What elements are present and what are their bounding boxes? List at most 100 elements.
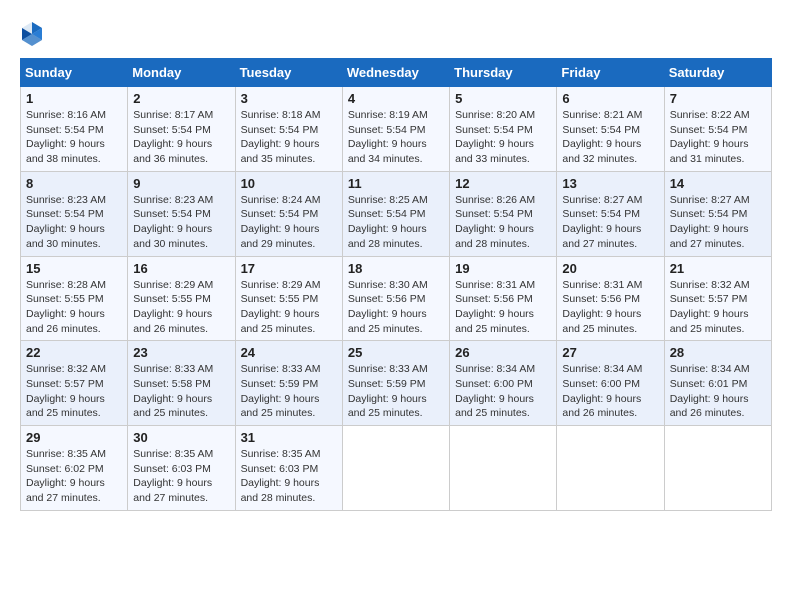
calendar-header-friday: Friday [557, 59, 664, 87]
day-number: 2 [133, 91, 229, 106]
calendar-cell: 19 Sunrise: 8:31 AMSunset: 5:56 PMDaylig… [450, 256, 557, 341]
calendar-cell: 18 Sunrise: 8:30 AMSunset: 5:56 PMDaylig… [342, 256, 449, 341]
calendar-week-3: 15 Sunrise: 8:28 AMSunset: 5:55 PMDaylig… [21, 256, 772, 341]
calendar-cell [450, 426, 557, 511]
day-number: 10 [241, 176, 337, 191]
calendar-cell: 26 Sunrise: 8:34 AMSunset: 6:00 PMDaylig… [450, 341, 557, 426]
day-info: Sunrise: 8:23 AMSunset: 5:54 PMDaylight:… [26, 193, 122, 252]
calendar-cell: 28 Sunrise: 8:34 AMSunset: 6:01 PMDaylig… [664, 341, 771, 426]
day-number: 11 [348, 176, 444, 191]
day-info: Sunrise: 8:31 AMSunset: 5:56 PMDaylight:… [455, 278, 551, 337]
day-info: Sunrise: 8:24 AMSunset: 5:54 PMDaylight:… [241, 193, 337, 252]
calendar-cell: 6 Sunrise: 8:21 AMSunset: 5:54 PMDayligh… [557, 87, 664, 172]
calendar-cell: 31 Sunrise: 8:35 AMSunset: 6:03 PMDaylig… [235, 426, 342, 511]
day-number: 5 [455, 91, 551, 106]
day-number: 9 [133, 176, 229, 191]
calendar-cell: 10 Sunrise: 8:24 AMSunset: 5:54 PMDaylig… [235, 171, 342, 256]
day-info: Sunrise: 8:28 AMSunset: 5:55 PMDaylight:… [26, 278, 122, 337]
calendar-cell: 20 Sunrise: 8:31 AMSunset: 5:56 PMDaylig… [557, 256, 664, 341]
day-info: Sunrise: 8:20 AMSunset: 5:54 PMDaylight:… [455, 108, 551, 167]
calendar-cell: 22 Sunrise: 8:32 AMSunset: 5:57 PMDaylig… [21, 341, 128, 426]
calendar-table: SundayMondayTuesdayWednesdayThursdayFrid… [20, 58, 772, 511]
day-info: Sunrise: 8:35 AMSunset: 6:02 PMDaylight:… [26, 447, 122, 506]
calendar-cell: 15 Sunrise: 8:28 AMSunset: 5:55 PMDaylig… [21, 256, 128, 341]
day-number: 26 [455, 345, 551, 360]
calendar-cell: 4 Sunrise: 8:19 AMSunset: 5:54 PMDayligh… [342, 87, 449, 172]
day-number: 20 [562, 261, 658, 276]
calendar-cell: 16 Sunrise: 8:29 AMSunset: 5:55 PMDaylig… [128, 256, 235, 341]
day-info: Sunrise: 8:35 AMSunset: 6:03 PMDaylight:… [133, 447, 229, 506]
day-info: Sunrise: 8:33 AMSunset: 5:59 PMDaylight:… [348, 362, 444, 421]
day-number: 31 [241, 430, 337, 445]
day-number: 22 [26, 345, 122, 360]
day-number: 30 [133, 430, 229, 445]
day-number: 19 [455, 261, 551, 276]
calendar-cell: 17 Sunrise: 8:29 AMSunset: 5:55 PMDaylig… [235, 256, 342, 341]
day-number: 27 [562, 345, 658, 360]
day-info: Sunrise: 8:27 AMSunset: 5:54 PMDaylight:… [670, 193, 766, 252]
calendar-header-saturday: Saturday [664, 59, 771, 87]
day-number: 24 [241, 345, 337, 360]
calendar-header-sunday: Sunday [21, 59, 128, 87]
day-info: Sunrise: 8:32 AMSunset: 5:57 PMDaylight:… [26, 362, 122, 421]
day-number: 7 [670, 91, 766, 106]
calendar-cell: 5 Sunrise: 8:20 AMSunset: 5:54 PMDayligh… [450, 87, 557, 172]
day-info: Sunrise: 8:29 AMSunset: 5:55 PMDaylight:… [133, 278, 229, 337]
calendar-cell: 11 Sunrise: 8:25 AMSunset: 5:54 PMDaylig… [342, 171, 449, 256]
calendar-cell: 2 Sunrise: 8:17 AMSunset: 5:54 PMDayligh… [128, 87, 235, 172]
calendar-cell: 9 Sunrise: 8:23 AMSunset: 5:54 PMDayligh… [128, 171, 235, 256]
calendar-cell: 24 Sunrise: 8:33 AMSunset: 5:59 PMDaylig… [235, 341, 342, 426]
calendar-cell: 14 Sunrise: 8:27 AMSunset: 5:54 PMDaylig… [664, 171, 771, 256]
calendar-header-monday: Monday [128, 59, 235, 87]
day-number: 8 [26, 176, 122, 191]
day-number: 28 [670, 345, 766, 360]
calendar-cell: 13 Sunrise: 8:27 AMSunset: 5:54 PMDaylig… [557, 171, 664, 256]
calendar-header-thursday: Thursday [450, 59, 557, 87]
day-number: 15 [26, 261, 122, 276]
calendar-cell: 21 Sunrise: 8:32 AMSunset: 5:57 PMDaylig… [664, 256, 771, 341]
calendar-cell: 25 Sunrise: 8:33 AMSunset: 5:59 PMDaylig… [342, 341, 449, 426]
day-number: 29 [26, 430, 122, 445]
calendar-cell: 23 Sunrise: 8:33 AMSunset: 5:58 PMDaylig… [128, 341, 235, 426]
day-info: Sunrise: 8:35 AMSunset: 6:03 PMDaylight:… [241, 447, 337, 506]
day-number: 3 [241, 91, 337, 106]
day-info: Sunrise: 8:34 AMSunset: 6:00 PMDaylight:… [455, 362, 551, 421]
calendar-header-wednesday: Wednesday [342, 59, 449, 87]
logo [20, 20, 48, 48]
day-info: Sunrise: 8:30 AMSunset: 5:56 PMDaylight:… [348, 278, 444, 337]
day-number: 17 [241, 261, 337, 276]
day-number: 16 [133, 261, 229, 276]
day-info: Sunrise: 8:32 AMSunset: 5:57 PMDaylight:… [670, 278, 766, 337]
day-info: Sunrise: 8:34 AMSunset: 6:00 PMDaylight:… [562, 362, 658, 421]
day-number: 18 [348, 261, 444, 276]
calendar-header-tuesday: Tuesday [235, 59, 342, 87]
day-info: Sunrise: 8:31 AMSunset: 5:56 PMDaylight:… [562, 278, 658, 337]
page-header [20, 20, 772, 48]
day-info: Sunrise: 8:17 AMSunset: 5:54 PMDaylight:… [133, 108, 229, 167]
day-number: 6 [562, 91, 658, 106]
calendar-cell: 27 Sunrise: 8:34 AMSunset: 6:00 PMDaylig… [557, 341, 664, 426]
calendar-cell: 1 Sunrise: 8:16 AMSunset: 5:54 PMDayligh… [21, 87, 128, 172]
calendar-cell [664, 426, 771, 511]
calendar-header-row: SundayMondayTuesdayWednesdayThursdayFrid… [21, 59, 772, 87]
day-info: Sunrise: 8:29 AMSunset: 5:55 PMDaylight:… [241, 278, 337, 337]
calendar-week-1: 1 Sunrise: 8:16 AMSunset: 5:54 PMDayligh… [21, 87, 772, 172]
day-info: Sunrise: 8:26 AMSunset: 5:54 PMDaylight:… [455, 193, 551, 252]
day-info: Sunrise: 8:33 AMSunset: 5:59 PMDaylight:… [241, 362, 337, 421]
logo-icon [20, 20, 44, 48]
day-info: Sunrise: 8:18 AMSunset: 5:54 PMDaylight:… [241, 108, 337, 167]
calendar-cell: 29 Sunrise: 8:35 AMSunset: 6:02 PMDaylig… [21, 426, 128, 511]
day-info: Sunrise: 8:16 AMSunset: 5:54 PMDaylight:… [26, 108, 122, 167]
day-info: Sunrise: 8:25 AMSunset: 5:54 PMDaylight:… [348, 193, 444, 252]
day-number: 13 [562, 176, 658, 191]
calendar-cell: 30 Sunrise: 8:35 AMSunset: 6:03 PMDaylig… [128, 426, 235, 511]
day-number: 4 [348, 91, 444, 106]
calendar-week-4: 22 Sunrise: 8:32 AMSunset: 5:57 PMDaylig… [21, 341, 772, 426]
day-info: Sunrise: 8:27 AMSunset: 5:54 PMDaylight:… [562, 193, 658, 252]
day-info: Sunrise: 8:23 AMSunset: 5:54 PMDaylight:… [133, 193, 229, 252]
calendar-week-5: 29 Sunrise: 8:35 AMSunset: 6:02 PMDaylig… [21, 426, 772, 511]
calendar-cell [557, 426, 664, 511]
day-info: Sunrise: 8:21 AMSunset: 5:54 PMDaylight:… [562, 108, 658, 167]
calendar-cell: 3 Sunrise: 8:18 AMSunset: 5:54 PMDayligh… [235, 87, 342, 172]
day-info: Sunrise: 8:34 AMSunset: 6:01 PMDaylight:… [670, 362, 766, 421]
